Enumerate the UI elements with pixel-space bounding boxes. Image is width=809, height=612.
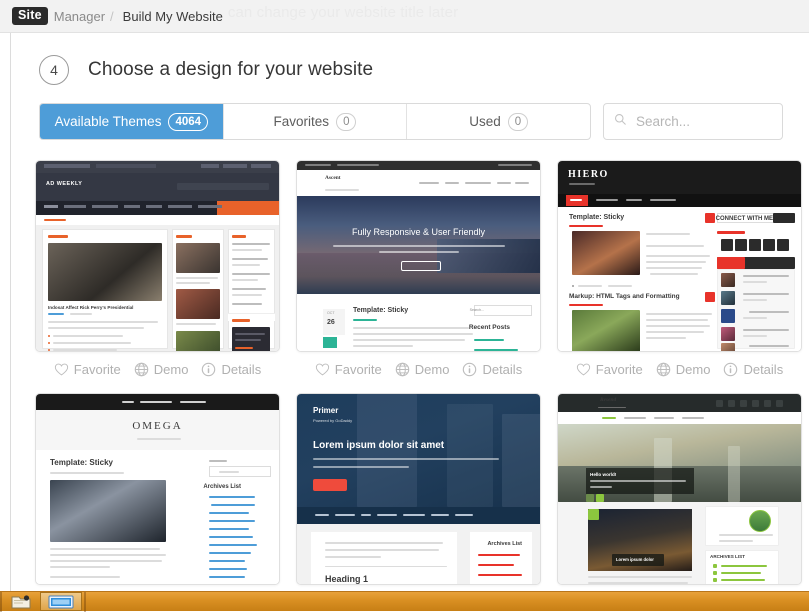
tab-favorites-label: Favorites xyxy=(274,114,330,129)
theme-tabs: Available Themes 4064 Favorites 0 Used 0 xyxy=(39,103,591,140)
theme-thumbnail-hiero[interactable]: HIERO Template: Sticky xyxy=(557,160,802,352)
theme-card: Resend xyxy=(557,393,802,591)
demo-label: Demo xyxy=(415,362,450,377)
theme-post-title: Template: Sticky xyxy=(569,214,624,221)
details-label: Details xyxy=(221,362,261,377)
window-icon xyxy=(48,595,74,609)
theme-grid: AD WEEKLY xyxy=(25,140,795,591)
demo-button[interactable]: Demo xyxy=(656,362,711,377)
theme-thumbnail-ad-weekly[interactable]: AD WEEKLY xyxy=(35,160,280,352)
details-button[interactable]: Details xyxy=(723,362,783,377)
step-header: 4 Choose a design for your website xyxy=(25,33,795,103)
theme-card: Primer Powered by GoDaddy Lorem ipsum do… xyxy=(296,393,541,591)
theme-logo-label: AD WEEKLY xyxy=(46,181,82,187)
tab-available-themes-count: 4064 xyxy=(168,113,208,131)
theme-sidebar-title: Archives List xyxy=(203,484,241,490)
theme-post-caption: Lorem ipsum dolor xyxy=(616,557,654,562)
details-button[interactable]: Details xyxy=(201,362,261,377)
tab-favorites-count: 0 xyxy=(336,113,356,131)
theme-card: OMEGA Template: Sticky Scheduled xyxy=(35,393,280,591)
theme-logo-label: Resend xyxy=(600,397,616,403)
globe-icon xyxy=(395,362,410,377)
details-button[interactable]: Details xyxy=(462,362,522,377)
favorite-label: Favorite xyxy=(74,362,121,377)
breadcrumb-separator: / xyxy=(110,9,114,24)
demo-button[interactable]: Demo xyxy=(395,362,450,377)
step-number-badge: 4 xyxy=(39,55,69,85)
heart-icon xyxy=(315,363,330,376)
breadcrumb-manager[interactable]: Manager xyxy=(54,9,105,24)
info-circle-icon xyxy=(201,362,216,377)
theme-post-title-2: Markup: HTML Tags and Formatting xyxy=(569,293,680,300)
theme-logo-label: Ascent xyxy=(325,175,341,181)
theme-date-day: 26 xyxy=(327,319,335,326)
demo-button[interactable]: Demo xyxy=(134,362,189,377)
favorite-label: Favorite xyxy=(335,362,382,377)
favorite-button[interactable]: Favorite xyxy=(315,362,382,377)
details-label: Details xyxy=(482,362,522,377)
theme-card-actions: Favorite Demo Details xyxy=(296,352,541,377)
tab-used-label: Used xyxy=(469,114,501,129)
search-box[interactable] xyxy=(603,103,783,140)
favorite-button[interactable]: Favorite xyxy=(576,362,643,377)
info-circle-icon xyxy=(723,362,738,377)
theme-post-title: Heading 1 xyxy=(325,574,368,584)
heart-icon xyxy=(576,363,591,376)
theme-thumbnail-omega[interactable]: OMEGA Template: Sticky Scheduled xyxy=(35,393,280,585)
tab-favorites[interactable]: Favorites 0 xyxy=(224,104,408,139)
favorite-button[interactable]: Favorite xyxy=(54,362,121,377)
theme-sidebar-title: CONNECT WITH ME xyxy=(716,216,773,222)
globe-icon xyxy=(134,362,149,377)
breadcrumb-bar: You can change your website title later … xyxy=(0,0,809,33)
theme-headline: Indosat Affect Rick Perry's Presidential xyxy=(48,305,133,310)
demo-label: Demo xyxy=(676,362,711,377)
breadcrumb-current[interactable]: Build My Website xyxy=(119,7,227,26)
main-content-frame: 4 Choose a design for your website Avail… xyxy=(10,33,809,591)
theme-post-title: Template: Sticky xyxy=(50,458,113,467)
taskbar-divider xyxy=(84,592,86,612)
demo-label: Demo xyxy=(154,362,189,377)
taskbar-item-folder[interactable] xyxy=(4,592,38,611)
theme-card-actions: Favorite Demo Details xyxy=(35,352,280,377)
tab-available-themes[interactable]: Available Themes 4064 xyxy=(40,104,224,139)
theme-sidebar-title: Recent Posts xyxy=(469,324,510,331)
page-title: Choose a design for your website xyxy=(88,59,373,81)
theme-thumbnail-ascent[interactable]: Ascent Fully Responsive & User Friendly xyxy=(296,160,541,352)
theme-logo-label: OMEGA xyxy=(36,420,279,432)
theme-logo-label: Primer xyxy=(313,406,338,415)
tab-used-count: 0 xyxy=(508,113,528,131)
details-label: Details xyxy=(743,362,783,377)
site-logo-badge[interactable]: Site xyxy=(12,7,48,25)
favorite-label: Favorite xyxy=(596,362,643,377)
filter-toolbar: Available Themes 4064 Favorites 0 Used 0 xyxy=(25,103,795,140)
theme-search-placeholder: Search... xyxy=(470,308,484,312)
theme-card-actions: Favorite Demo Details xyxy=(557,352,802,377)
ghost-title-hint: You can change your website title later xyxy=(198,4,458,21)
tab-used[interactable]: Used 0 xyxy=(407,104,590,139)
theme-hero-title: Fully Responsive & User Friendly xyxy=(297,227,540,237)
theme-sidebar-title: Archives List xyxy=(487,541,522,547)
theme-tagline: Powered by GoDaddy xyxy=(313,418,352,423)
search-input[interactable] xyxy=(636,114,772,129)
theme-card: AD WEEKLY xyxy=(35,160,280,377)
taskbar-item-window[interactable] xyxy=(40,592,82,611)
theme-card: Ascent Fully Responsive & User Friendly xyxy=(296,160,541,377)
folder-icon xyxy=(11,594,31,610)
os-taskbar[interactable] xyxy=(0,591,809,611)
search-icon xyxy=(614,113,627,131)
theme-thumbnail-resend[interactable]: Resend xyxy=(557,393,802,585)
theme-hero-title: Lorem ipsum dolor sit amet xyxy=(313,440,444,451)
heart-icon xyxy=(54,363,69,376)
tab-available-themes-label: Available Themes xyxy=(55,114,162,129)
theme-logo-label: HIERO xyxy=(568,169,609,180)
theme-card: HIERO Template: Sticky xyxy=(557,160,802,377)
info-circle-icon xyxy=(462,362,477,377)
theme-sidebar-title: ARCHIVES LIST xyxy=(710,554,745,559)
theme-hero-caption: Hello world! xyxy=(590,472,616,477)
theme-post-title: Template: Sticky xyxy=(353,307,408,314)
globe-icon xyxy=(656,362,671,377)
taskbar-divider xyxy=(0,592,2,612)
theme-thumbnail-primer[interactable]: Primer Powered by GoDaddy Lorem ipsum do… xyxy=(296,393,541,585)
